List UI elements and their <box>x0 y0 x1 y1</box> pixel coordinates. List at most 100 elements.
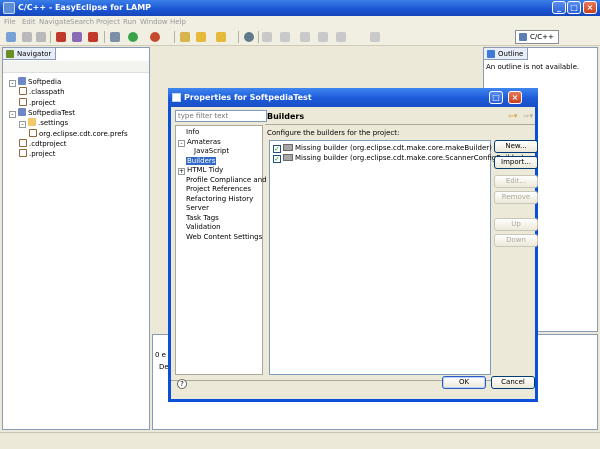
forward-icon[interactable] <box>370 32 380 42</box>
menu-search[interactable]: Search <box>70 18 94 26</box>
navigator-item[interactable]: org.eclipse.cdt.core.prefs <box>29 128 128 138</box>
expander-icon[interactable]: - <box>19 121 26 129</box>
history-nav: ⇦▾ ⇨▾ <box>504 112 533 120</box>
expander-icon[interactable]: + <box>178 168 185 175</box>
property-page-item[interactable]: Task Tags <box>186 214 219 223</box>
search-icon[interactable] <box>262 32 272 42</box>
menu-project[interactable]: Project <box>96 18 120 26</box>
expander-icon[interactable]: - <box>178 139 185 147</box>
expander-icon[interactable]: - <box>9 110 16 118</box>
property-page-item[interactable]: Refactoring History <box>186 195 253 204</box>
menu-edit[interactable]: Edit <box>22 18 36 26</box>
build-all-icon[interactable] <box>72 32 82 42</box>
app-icon <box>3 2 15 14</box>
property-page-item[interactable]: + HTML Tidy <box>178 166 223 175</box>
close-button[interactable]: × <box>583 1 597 14</box>
project-icon <box>18 77 26 85</box>
back-icon[interactable] <box>336 32 346 42</box>
forward-arrow-icon[interactable]: ⇨▾ <box>524 112 533 120</box>
navigator-item[interactable]: .project <box>19 97 56 107</box>
property-page-label: JavaScript <box>194 147 230 155</box>
navigator-item-label: .project <box>29 98 56 107</box>
edit-button[interactable]: Edit... <box>494 175 538 188</box>
globe-icon[interactable] <box>244 32 254 42</box>
back-arrow-icon[interactable]: ⇦▾ <box>508 112 517 120</box>
expander-icon[interactable]: - <box>9 80 16 87</box>
maximize-button[interactable]: □ <box>567 1 581 14</box>
build-icon[interactable] <box>56 32 66 42</box>
property-page-item[interactable]: Info <box>186 128 199 137</box>
open-resource-icon[interactable] <box>216 32 226 42</box>
run-icon[interactable] <box>128 32 138 42</box>
builder-icon <box>283 154 293 161</box>
perspective-switcher[interactable]: C/C++ <box>515 30 559 44</box>
property-page-label: Validation <box>186 223 221 231</box>
down-button[interactable]: Down <box>494 234 538 247</box>
next-annotation-icon[interactable] <box>300 32 310 42</box>
property-page-label: Info <box>186 128 200 136</box>
dialog-maximize-button[interactable]: □ <box>489 91 503 104</box>
property-page-item[interactable]: - Amateras <box>178 138 221 147</box>
menu-navigate[interactable]: Navigate <box>39 18 70 26</box>
new-button[interactable]: New... <box>494 140 538 153</box>
cancel-button[interactable]: Cancel <box>491 376 535 389</box>
remove-button[interactable]: Remove <box>494 191 538 204</box>
navigator-item[interactable]: - .settings <box>19 118 68 129</box>
navigator-item[interactable]: - Softpedia <box>9 77 61 87</box>
builder-checkbox[interactable]: ✓ <box>273 145 281 153</box>
clean-icon[interactable] <box>88 32 98 42</box>
builder-row[interactable]: ✓ Missing builder (org.eclipse.cdt.make.c… <box>273 153 524 163</box>
debug-icon[interactable] <box>150 32 160 42</box>
outline-tab[interactable]: Outline <box>484 48 529 60</box>
property-page-label: Builders <box>186 156 217 165</box>
open-type-icon[interactable] <box>180 32 190 42</box>
navigator-icon <box>6 50 14 58</box>
navigator-item[interactable]: - SoftpediaTest <box>9 107 75 118</box>
navigator-panel: Navigator - Softpedia .classpath .project - S… <box>2 47 150 430</box>
page-title: Builders <box>267 112 305 121</box>
filter-input[interactable] <box>175 110 267 122</box>
property-page-label: Server <box>186 204 209 212</box>
builder-checkbox[interactable]: ✓ <box>273 155 281 163</box>
save-icon[interactable] <box>22 32 32 42</box>
last-edit-icon[interactable] <box>318 32 328 42</box>
folder-icon <box>28 118 36 127</box>
menu-window[interactable]: Window <box>140 18 168 26</box>
builder-label: Missing builder (org.eclipse.cdt.make.co… <box>295 154 524 162</box>
navigator-item[interactable]: .cdtproject <box>19 138 67 148</box>
property-page-label: Project References <box>186 185 252 193</box>
import-button[interactable]: Import... <box>494 156 538 169</box>
file-icon <box>19 149 27 158</box>
help-icon[interactable]: ? <box>177 379 187 389</box>
outline-tab-label: Outline <box>498 50 524 58</box>
prev-annotation-icon[interactable] <box>280 32 290 42</box>
property-page-label: Amateras <box>187 137 221 146</box>
navigator-item[interactable]: .classpath <box>19 87 65 96</box>
menu-file[interactable]: File <box>4 18 16 26</box>
property-page-item[interactable]: Validation <box>186 223 221 232</box>
minimize-button[interactable]: _ <box>552 1 566 14</box>
dialog-close-button[interactable]: × <box>508 91 522 104</box>
new-icon[interactable] <box>6 32 16 42</box>
page-description: Configure the builders for the project: <box>267 129 400 137</box>
ok-button[interactable]: OK <box>442 376 486 389</box>
builder-icon <box>283 144 293 151</box>
builder-row[interactable]: ✓ Missing builder (org.eclipse.cdt.make.c… <box>273 143 492 153</box>
navigator-tab[interactable]: Navigator <box>3 48 57 60</box>
property-page-item[interactable]: Profile Compliance and Va <box>186 176 277 185</box>
property-page-item[interactable]: Builders <box>186 156 217 166</box>
menu-run[interactable]: Run <box>123 18 136 26</box>
property-page-label: Web Content Settings <box>186 232 263 241</box>
property-page-item[interactable]: Web Content Settings <box>186 233 262 242</box>
open-folder-icon[interactable] <box>196 32 206 42</box>
property-page-item[interactable]: Project References <box>186 185 251 194</box>
print-icon[interactable] <box>36 32 46 42</box>
navigator-item[interactable]: .project <box>19 149 56 158</box>
file-icon <box>19 97 27 106</box>
menu-help[interactable]: Help <box>170 18 186 26</box>
property-page-item[interactable]: Server <box>186 204 209 213</box>
file-icon <box>29 128 37 137</box>
property-page-item[interactable]: JavaScript <box>194 147 229 156</box>
settings-icon[interactable] <box>110 32 120 42</box>
up-button[interactable]: Up <box>494 218 538 231</box>
